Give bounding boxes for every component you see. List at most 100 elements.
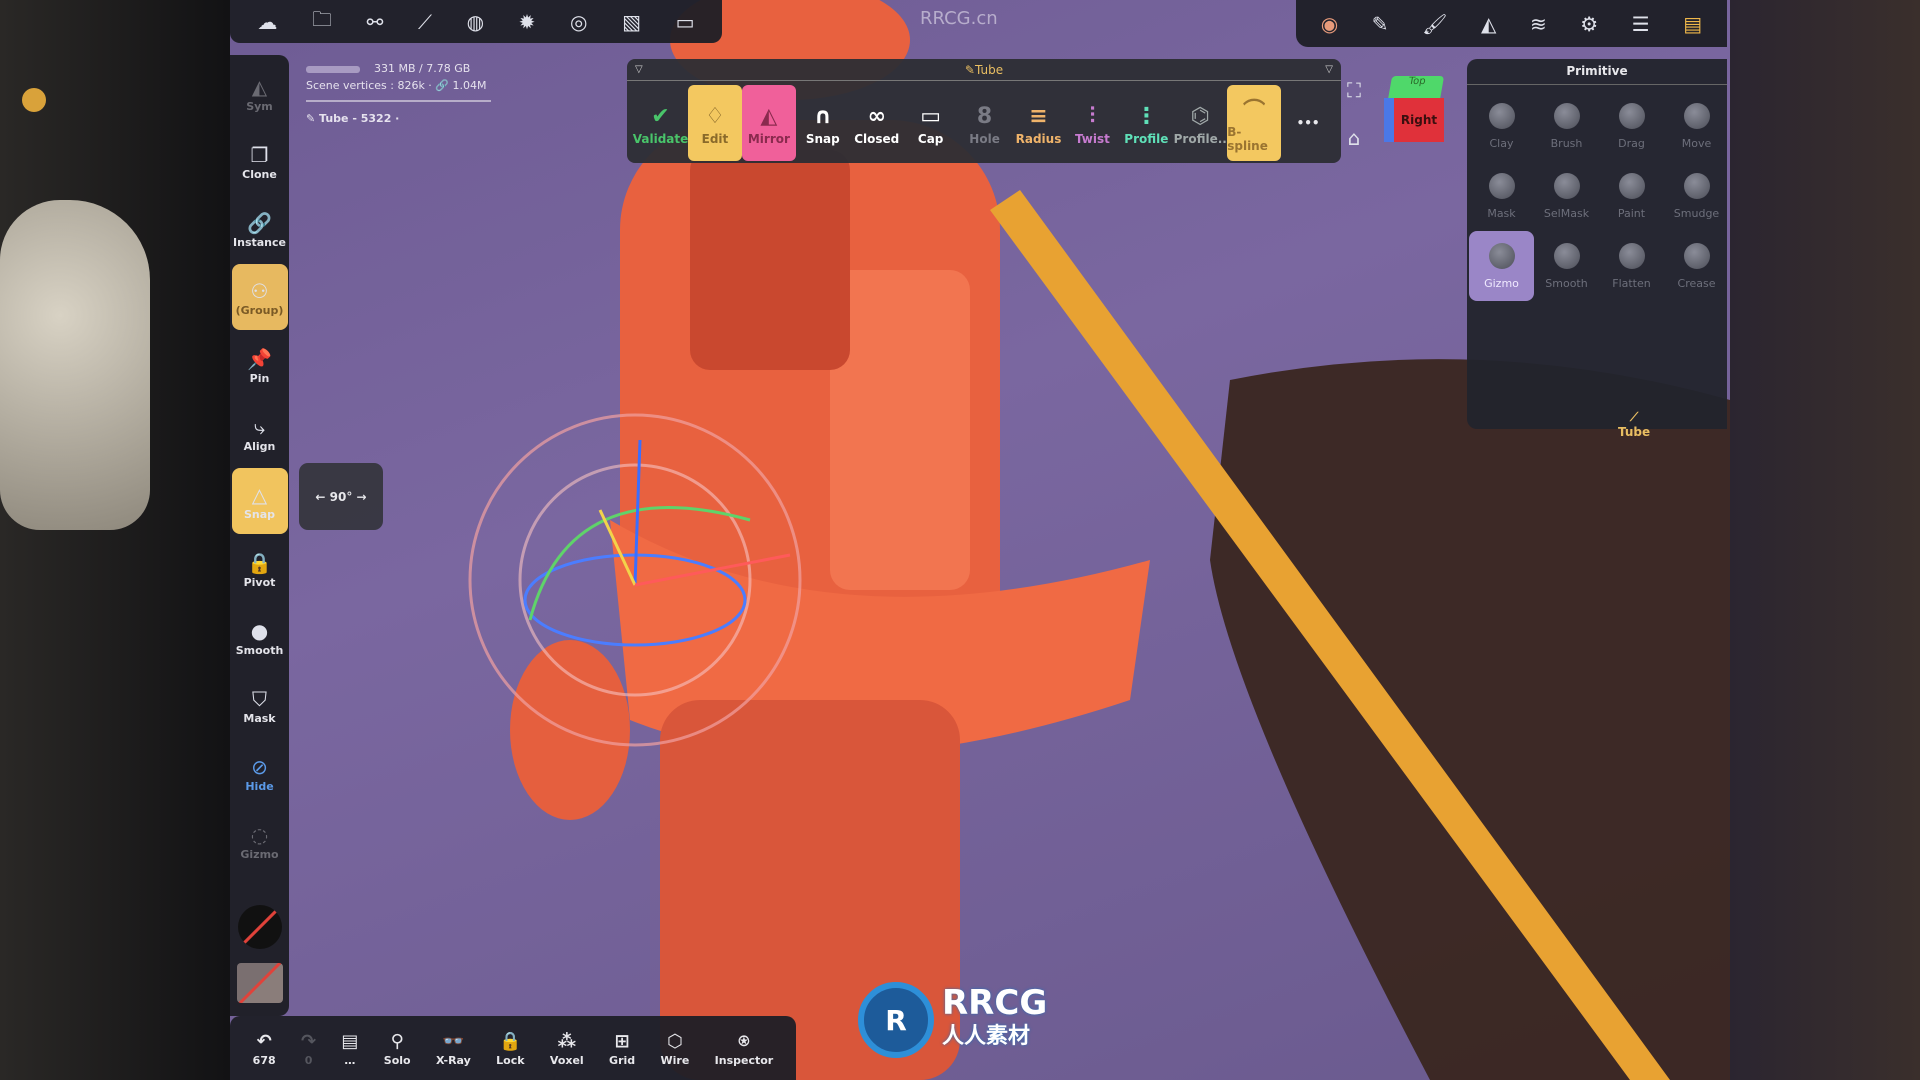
color-swatch[interactable] [237,905,282,949]
bottom-glasses-button[interactable]: 👓 X-Ray [436,1030,471,1067]
fullscreen-icon[interactable]: ⛶ [1347,78,1361,102]
logo-mark: R [858,982,934,1058]
dropdown-icon[interactable]: ▽ [1325,64,1333,75]
lock-icon: 🔒 [247,550,272,575]
sun-icon[interactable]: ✹ [519,10,536,34]
cap-icon: ▭ [920,103,942,129]
pencil-icon: ✎ [964,62,975,77]
watermark-text: RRCG.cn [920,8,998,29]
image-icon[interactable]: ▧ [622,10,641,34]
tool-edit-button[interactable]: ♢ Edit [688,85,742,161]
mirror-icon: ◭ [760,103,778,129]
profile-icon: ⌬ [1190,103,1210,129]
cube-right-face[interactable]: Right [1394,98,1444,142]
sidebar-item-snap[interactable]: △ Snap [231,468,288,534]
palette-tool-clay[interactable]: Clay [1469,91,1534,161]
validate-icon: ✔ [651,103,670,129]
view-cube[interactable]: Top Right [1384,76,1446,146]
tool-snap-button[interactable]: ∩ Snap [796,85,850,161]
sidebar-item-pin[interactable]: 📌 Pin [232,332,288,398]
scene-list-icon: ▤ [341,1031,359,1052]
tool-twist-button[interactable]: ⫶ Twist [1065,85,1119,161]
radius-icon: ≡ [1029,103,1048,129]
pen-icon[interactable]: ✎ [1372,12,1389,36]
palette-tool-gizmo[interactable]: Gizmo [1469,231,1534,301]
glasses-icon: 👓 [442,1031,465,1052]
clone-icon: ❐ [250,142,269,167]
tool-radius-button[interactable]: ≡ Radius [1012,85,1066,161]
selected-primitive-label[interactable]: ⟋ Tube [1618,410,1650,439]
tool-validate-button[interactable]: ✔ Validate [633,85,689,161]
palette-tool-smooth[interactable]: Smooth [1534,231,1599,301]
grid-icon: ⊞ [614,1031,630,1052]
tool-profile-button[interactable]: ⋮ Profile [1119,85,1173,161]
panel-title: Tube [974,62,1004,77]
twist-icon: ⫶ [1089,103,1096,129]
bottom-undo-button[interactable]: ↶ 678 [253,1030,276,1067]
collapse-icon[interactable]: ▽ [635,64,643,75]
share-nodes-icon[interactable]: ⚯ [367,10,384,34]
more-options-button[interactable]: ••• [1281,85,1335,161]
tool-profile-button[interactable]: ⌬ Profile.. [1173,85,1227,161]
sidebar-item-align[interactable]: ⤷ Align [232,400,288,466]
clay-icon [1488,102,1515,129]
sidebar-item-smooth[interactable]: ● Smooth [232,604,288,670]
cube-top-face[interactable]: Top [1387,76,1445,100]
folder-icon[interactable]: 🗀 [312,5,332,39]
cloud-icon[interactable]: ☁ [257,10,277,34]
gizmo-tool-icon[interactable]: ◉ [1321,12,1338,36]
tool-cap-button[interactable]: ▭ Cap [904,85,958,161]
crease-icon [1683,242,1710,269]
palette-tool-move[interactable]: Move [1664,91,1729,161]
toolbox-icon[interactable]: ▤ [1683,12,1702,36]
settings-icon[interactable]: ⚙ [1580,12,1598,36]
material-swatch[interactable] [236,963,283,1003]
tool-closed-button[interactable]: ∞ Closed [850,85,904,161]
bottom-wire-button[interactable]: ⬡ Wire [661,1030,690,1067]
sidebar-item-mask[interactable]: ⛉ Mask [232,672,288,738]
tool-b-spline-button[interactable]: ⌒ B-spline [1227,85,1282,161]
palette-tool-selmask[interactable]: SelMask [1534,161,1599,231]
palette-tool-mask[interactable]: Mask [1469,161,1534,231]
material-icon[interactable]: ◎ [570,10,587,34]
palette-tool-smudge[interactable]: Smudge [1664,161,1729,231]
home-icon[interactable]: ⌂ [1347,126,1361,150]
globe-icon[interactable]: ◍ [467,10,484,34]
tool-hole-button[interactable]: 8 Hole [958,85,1012,161]
layers-icon[interactable]: ≋ [1530,12,1547,36]
palette-tool-brush[interactable]: Brush [1534,91,1599,161]
sidebar-item-clone[interactable]: ❐ Clone [232,128,288,194]
sidebar-item-gizmo[interactable]: ◌ Gizmo [232,808,288,874]
lock-icon: 🔒 [499,1031,522,1052]
bottom-inspector-button[interactable]: ⍟ Inspector [715,1030,774,1067]
palette-title: Primitive [1467,59,1727,85]
bottom-search-button[interactable]: ⚲ Solo [384,1030,411,1067]
sidebar-item-pivot[interactable]: 🔒 Pivot [232,536,288,602]
paint-icon [1618,172,1645,199]
selected-object[interactable]: Tube - 5322 · [319,112,399,125]
sidebar-item-group[interactable]: ⚇ (Group) [231,264,288,330]
palette-tool-crease[interactable]: Crease [1664,231,1729,301]
video-camera-icon[interactable]: ▭ [676,10,695,34]
palette-tool-paint[interactable]: Paint [1599,161,1664,231]
palette-tool-flatten[interactable]: Flatten [1599,231,1664,301]
bottom-redo-button[interactable]: ↷ 0 [301,1030,316,1067]
flatten-icon [1618,242,1645,269]
sliders-icon[interactable]: ☰ [1632,12,1650,36]
sidebar-item-instance[interactable]: 🔗 Instance [232,196,288,262]
sidebar-item-hide[interactable]: ⊘ Hide [232,740,288,806]
brush-stroke-icon[interactable]: ⟋ [418,10,432,34]
snap-angle-stepper[interactable]: ← 90° → [299,463,383,530]
tool-mirror-button[interactable]: ◭ Mirror [741,85,796,161]
palette-tool-drag[interactable]: Drag [1599,91,1664,161]
sidebar-item-sym[interactable]: ◭ Sym [232,60,288,126]
bottom-lock-button[interactable]: 🔒 Lock [496,1030,524,1067]
bottom-scene-list-button[interactable]: ▤… [341,1030,358,1067]
mask-icon [1488,172,1515,199]
bottom-grid-button[interactable]: ⊞ Grid [609,1030,635,1067]
brush-icon[interactable]: 🖌 [1422,12,1447,36]
symmetry-icon[interactable]: ◭ [1481,12,1496,36]
edit-icon: ♢ [705,103,725,129]
bottom-voxel-button[interactable]: ⁂ Voxel [550,1030,584,1067]
memory-bar [306,65,360,73]
